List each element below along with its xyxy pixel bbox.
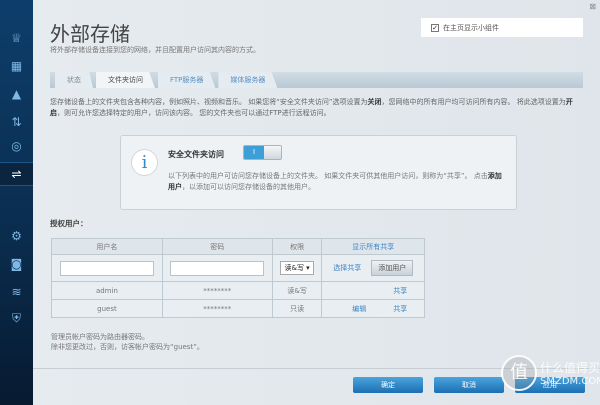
edit-link[interactable]: 编辑: [339, 304, 379, 314]
watermark-url: SMZDM.COM: [540, 376, 600, 387]
tab-ftp-server[interactable]: FTP服务器: [158, 72, 216, 88]
sidebar-item-wifi[interactable]: ≋: [0, 280, 33, 304]
warning-icon: ▲: [11, 87, 22, 101]
speed-icon: ◎: [11, 139, 22, 153]
header-username: 用户名: [51, 238, 163, 255]
page-title: 外部存储: [50, 22, 130, 46]
sidebar-item-router[interactable]: ♕: [0, 26, 33, 50]
toggle-knob[interactable]: [264, 146, 281, 159]
show-widget-label: 在主页显示小组件: [443, 23, 499, 32]
intro-text: 您存储设备上的文件夹包含各种内容，例如照片、视频和音乐。 如果您将“安全文件夹访…: [50, 97, 585, 119]
username-cell: guest: [51, 299, 163, 318]
note-line: 管理员帐户密码为路由器密码。: [51, 333, 149, 341]
table-row: admin ******** 读&写 共享: [51, 281, 425, 300]
sidebar-item-speed[interactable]: ◎: [0, 134, 33, 158]
show-widget-checkbox[interactable]: ✓ 在主页显示小组件: [421, 18, 583, 37]
share-link[interactable]: 共享: [393, 305, 407, 313]
password-input[interactable]: [170, 260, 265, 276]
watermark: 值 什么值得买 SMZDM.COM: [501, 355, 600, 391]
table-row: guest ******** 只读 编辑 共享: [51, 299, 425, 318]
sidebar-item-security[interactable]: ⛨: [0, 306, 33, 330]
info-text-part: 以下列表中的用户可访问您存储设备上的文件夹。 如果文件夹可供其他用户访问，则称为…: [168, 172, 488, 180]
permission-select[interactable]: 读&写 ▾: [280, 261, 314, 275]
new-user-row: 读&写 ▾ 选择共享 添加用户: [51, 254, 425, 282]
ok-button[interactable]: 确定: [353, 377, 423, 393]
add-user-button[interactable]: 添加用户: [371, 260, 414, 276]
watermark-logo: 值: [501, 355, 537, 391]
info-icon: i: [131, 149, 158, 176]
camera-icon: ◙: [10, 257, 23, 271]
toggle-on-label: I: [244, 146, 264, 159]
show-all-shares-link[interactable]: 显示所有共享: [321, 238, 425, 255]
tab-status[interactable]: 状态: [55, 72, 93, 88]
sidebar-item-media[interactable]: ⇅: [0, 110, 33, 134]
usb-icon: ⇌: [11, 167, 22, 181]
close-icon[interactable]: ⊠: [589, 2, 596, 11]
intro-part: 您存储设备上的文件夹包含各种内容，例如照片、视频和音乐。 如果您将“安全文件夹访…: [50, 98, 368, 106]
tab-bar: 状态 文件夹访问 FTP服务器 媒体服务器: [50, 72, 583, 88]
intro-off: 关闭: [367, 98, 382, 106]
page-subtitle: 将外部存储设备连接到您的网络，并且配置用户访问其内容的方式。: [50, 46, 260, 54]
tab-folder-access[interactable]: 文件夹访问: [96, 72, 155, 88]
secure-access-title: 安全文件夹访问: [168, 150, 224, 159]
main-panel: ⊠ 外部存储 将外部存储设备连接到您的网络，并且配置用户访问其内容的方式。 ✓ 在…: [33, 0, 600, 405]
permission-cell: 读&写: [271, 281, 323, 300]
select-share-link[interactable]: 选择共享: [333, 264, 361, 272]
permission-cell: 只读: [271, 299, 323, 318]
header-permission: 权限: [271, 238, 323, 255]
password-cell: ********: [161, 299, 273, 318]
sidebar-item-settings[interactable]: ⚙: [0, 224, 33, 248]
tab-media-server[interactable]: 媒体服务器: [218, 72, 278, 88]
router-icon: ♕: [11, 31, 22, 45]
username-cell: admin: [51, 281, 163, 300]
share-link[interactable]: 共享: [393, 287, 407, 295]
sidebar-item-camera[interactable]: ◙: [0, 252, 33, 276]
watermark-text: 什么值得买: [540, 361, 600, 375]
sidebar-item-troubleshoot[interactable]: ▲: [0, 82, 33, 106]
users-table: 用户名 密码 权限 显示所有共享 读&写 ▾ 选择共享 添加用户 admin **…: [51, 238, 425, 318]
note-line: 除非您更改过，否则，访客帐户密码为“guest”。: [51, 343, 204, 351]
header-password: 密码: [161, 238, 273, 255]
media-icon: ⇅: [11, 115, 22, 129]
password-notes: 管理员帐户密码为路由器密码。 除非您更改过，否则，访客帐户密码为“guest”。: [51, 332, 204, 352]
secure-folder-access-box: i 安全文件夹访问 I 以下列表中的用户可访问您存储设备上的文件夹。 如果文件夹…: [120, 135, 517, 210]
username-input[interactable]: [59, 260, 154, 276]
checkbox-icon[interactable]: ✓: [431, 23, 439, 32]
info-text-part: ，以添加可以访问您存储设备的其他用户。: [182, 183, 315, 191]
security-icon: ⛨: [11, 310, 21, 325]
intro-part: ，您网络中的所有用户均可访问所有内容。 将此选项设置为: [381, 98, 566, 106]
cancel-button[interactable]: 取消: [434, 377, 504, 393]
table-header-row: 用户名 密码 权限 显示所有共享: [51, 238, 425, 255]
settings-icon: ⚙: [11, 229, 22, 243]
secure-access-description: 以下列表中的用户可访问您存储设备上的文件夹。 如果文件夹可供其他用户访问，则称为…: [168, 171, 508, 193]
intro-part: ，则可允许您选择特定的用户，访问该内容。 您的文件夹也可以通过FTP进行远程访问…: [57, 109, 331, 117]
password-cell: ********: [161, 281, 273, 300]
authorized-users-heading: 授权用户：: [50, 219, 88, 228]
sidebar-item-devices[interactable]: ▦: [0, 54, 33, 78]
devices-icon: ▦: [10, 59, 23, 73]
sidebar: ♕ ▦ ▲ ⇅ ◎ ⇌ ⚙ ◙ ≋ ⛨: [0, 0, 33, 405]
secure-access-toggle[interactable]: I: [243, 145, 282, 160]
wifi-icon: ≋: [11, 285, 22, 299]
sidebar-item-usb[interactable]: ⇌: [0, 162, 33, 186]
